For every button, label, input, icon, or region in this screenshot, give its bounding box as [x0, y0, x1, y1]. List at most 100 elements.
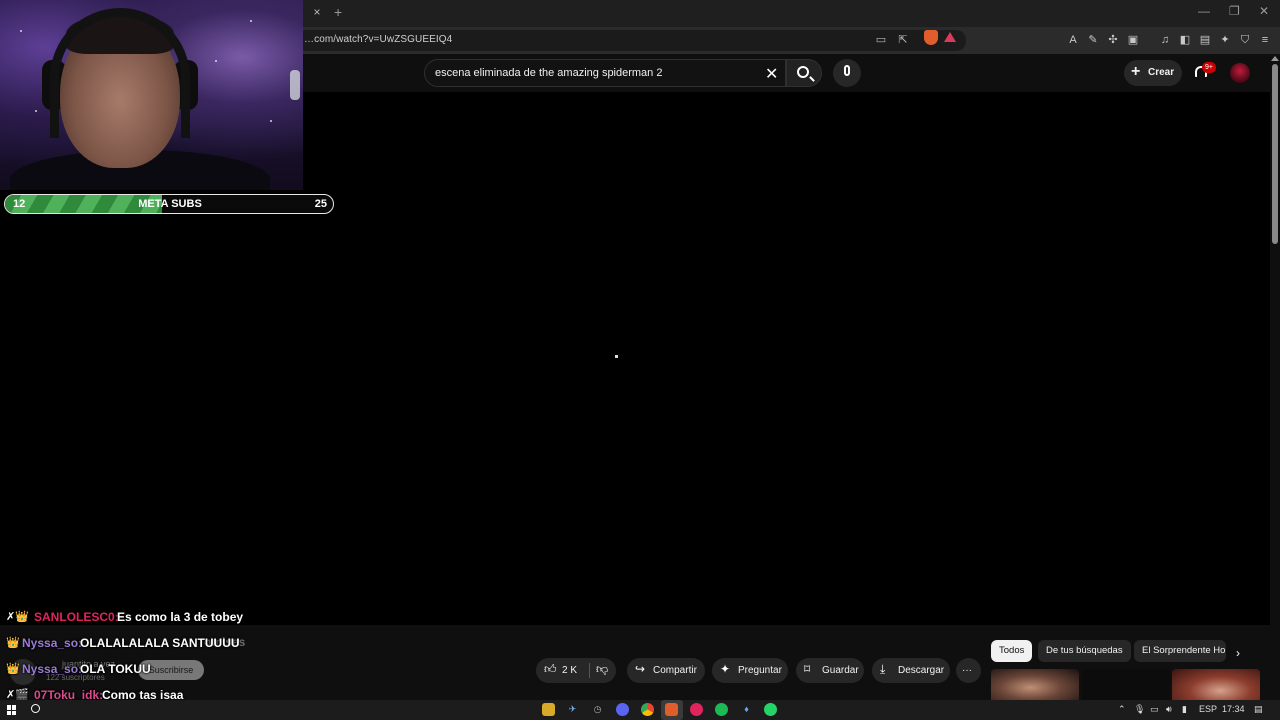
new-tab-button[interactable]: + [334, 4, 342, 20]
sparkle-icon: ✦ [720, 662, 731, 676]
search-input[interactable]: escena eliminada de the amazing spiderma… [424, 59, 786, 87]
loading-spinner-icon [615, 355, 618, 358]
save-label: Guardar [822, 665, 859, 676]
page-scrollbar[interactable] [1270, 54, 1280, 700]
ask-button[interactable]: ✦ Preguntar [712, 658, 788, 683]
tray-language[interactable]: ESP [1199, 704, 1217, 714]
chat-username: Nyssa_so: [22, 662, 83, 676]
recommended-thumbnail[interactable] [1082, 669, 1170, 700]
tray-battery-icon[interactable]: ▮ [1182, 704, 1187, 715]
microphone-icon [844, 65, 850, 76]
windows-taskbar: ✈ ◷ ♦ ⌃ 🎙︎ ▭ 🔊︎ ▮ ESP 17:34 ▤ [0, 700, 1280, 720]
stream-chat-overlay: ✗👑 SANLOLESC0: Es como la 3 de tobey 👑 N… [6, 608, 346, 712]
search-icon [797, 66, 809, 78]
clear-search-icon[interactable]: ✕ [765, 64, 778, 84]
brave-browser-icon[interactable] [665, 703, 678, 716]
chat-username: Nyssa_so: [22, 636, 83, 650]
brave-shields-icon[interactable] [924, 30, 938, 45]
clock-app-icon[interactable]: ◷ [591, 703, 604, 716]
file-explorer-icon[interactable] [542, 703, 555, 716]
close-tab-icon[interactable]: × [310, 5, 324, 21]
scroll-up-arrow-icon[interactable] [1271, 56, 1279, 61]
tray-network-icon[interactable]: ▭ [1150, 704, 1159, 715]
leo-ai-icon[interactable]: ✦ [1218, 33, 1232, 47]
chat-text: Es como la 3 de tobey [117, 610, 244, 624]
extension-box-icon[interactable]: ▣ [1126, 33, 1140, 47]
share-icon: ↪ [635, 662, 646, 676]
bookmark-icon: ⌑ [804, 662, 811, 676]
maximize-window-button[interactable]: ❐ [1229, 4, 1240, 18]
chip-todos[interactable]: Todos [991, 640, 1033, 662]
sub-goal-target: 25 [314, 198, 327, 210]
recommended-thumbnail[interactable] [1172, 669, 1260, 700]
sub-goal-title: META SUBS [138, 198, 202, 210]
chat-badges: ✗👑 [6, 611, 29, 623]
tray-clock[interactable]: 17:34 [1222, 704, 1245, 714]
chips-next-arrow-icon[interactable]: › [1236, 646, 1240, 660]
chat-badges: 👑 [6, 637, 20, 649]
notifications-badge: 9+ [1202, 62, 1216, 73]
wallet-icon[interactable]: ▤ [1198, 33, 1212, 47]
dislike-button[interactable]: 👎︎ [596, 662, 608, 677]
cast-icon[interactable]: ▭ [874, 33, 888, 47]
ask-label: Preguntar [738, 665, 782, 676]
windows-start-icon[interactable] [7, 705, 17, 715]
discord-icon[interactable] [616, 703, 629, 716]
chrome-icon[interactable] [641, 703, 654, 716]
notification-center-icon[interactable]: ▤ [1254, 704, 1263, 715]
sub-goal-current: 12 [13, 198, 26, 210]
chat-username: SANLOLESC0: [34, 610, 119, 624]
like-button[interactable]: 👍︎ [544, 662, 557, 677]
browser-menu-icon[interactable]: ≡ [1258, 33, 1272, 47]
chat-text: OLALALALALA SANTUUUU [80, 636, 240, 650]
sidebar-toggle-icon[interactable]: ◧ [1178, 33, 1192, 47]
tray-overflow-icon[interactable]: ⌃ [1118, 704, 1126, 715]
extensions-puzzle-icon[interactable]: ✣ [1106, 33, 1120, 47]
chat-message: 👑 Nyssa_so: OLA TOKUU [6, 660, 346, 686]
search-button[interactable] [786, 59, 822, 87]
share-page-icon[interactable]: ⇱ [896, 33, 910, 47]
chat-text: OLA TOKUU [80, 662, 151, 676]
webcam-overlay [0, 0, 303, 190]
chat-message: ✗👑 SANLOLESC0: Es como la 3 de tobey [6, 608, 346, 634]
media-app-icon[interactable] [690, 703, 703, 716]
taskbar-search-icon[interactable] [31, 704, 40, 713]
extension-ak-icon[interactable]: A [1066, 33, 1080, 47]
voice-search-button[interactable] [833, 59, 861, 87]
scrollbar-thumb[interactable] [1272, 64, 1278, 244]
tray-microphone-icon[interactable]: 🎙︎ [1134, 704, 1145, 715]
vpn-app-icon[interactable]: ♦ [740, 703, 753, 716]
create-button[interactable]: + Crear [1124, 60, 1182, 86]
like-dislike-group: 👍︎ 2 K 👎︎ [536, 658, 616, 683]
tray-volume-icon[interactable]: 🔊︎ [1166, 704, 1172, 715]
download-button[interactable]: ⤓ Descargar [872, 658, 950, 683]
account-avatar[interactable] [1230, 63, 1250, 83]
spotify-icon[interactable] [715, 703, 728, 716]
brave-rewards-icon[interactable] [944, 32, 956, 42]
media-music-icon[interactable]: ♫ [1158, 33, 1172, 47]
share-label: Compartir [653, 665, 697, 676]
chip-el-sorprendente[interactable]: El Sorprendente Ho [1134, 640, 1226, 662]
extension-pen-icon[interactable]: ✎ [1086, 33, 1100, 47]
more-actions-button[interactable]: ··· [956, 658, 981, 683]
whatsapp-icon[interactable] [764, 703, 777, 716]
like-count: 2 K [562, 665, 578, 676]
vpn-shield-icon[interactable]: ⛉ [1238, 33, 1252, 47]
chat-badges: 👑 [6, 663, 20, 675]
recommended-thumbnail[interactable] [991, 669, 1079, 700]
url-field[interactable]: …com/watch?v=UwZSGUEEIQ4 ▭ ⇱ [296, 30, 966, 51]
like-divider [589, 663, 590, 678]
more-icon: ··· [962, 665, 972, 676]
close-window-button[interactable]: ✕ [1259, 4, 1269, 18]
plus-icon: + [1131, 63, 1141, 80]
create-label: Crear [1148, 67, 1175, 78]
screen: × + — ❐ ✕ …com/watch?v=UwZSGUEEIQ4 ▭ ⇱ A… [0, 0, 1280, 720]
steam-icon[interactable]: ✈ [566, 703, 579, 716]
share-button[interactable]: ↪ Compartir [627, 658, 705, 683]
save-button[interactable]: ⌑ Guardar [796, 658, 864, 683]
sub-goal-bar: META SUBS 12 25 [4, 194, 334, 214]
chat-message: 👑 Nyssa_so: OLALALALALA SANTUUUU [6, 634, 346, 660]
download-label: Descargar [898, 665, 945, 676]
minimize-window-button[interactable]: — [1198, 4, 1210, 18]
chip-de-tus-busquedas[interactable]: De tus búsquedas [1038, 640, 1131, 662]
